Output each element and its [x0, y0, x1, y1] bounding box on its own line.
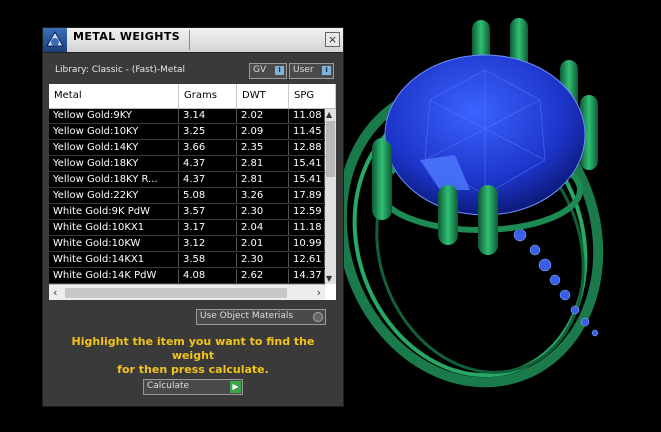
table-cell-spg: 12.61 — [289, 253, 325, 267]
table-cell-metal: White Gold:14K PdW — [49, 269, 179, 283]
table-cell-metal: White Gold:10KW — [49, 237, 179, 251]
scroll-left-icon[interactable]: ‹ — [53, 286, 57, 299]
play-arrow-icon: ▶ — [230, 381, 241, 393]
table-cell-dwt: 2.04 — [237, 221, 289, 235]
table-body: Yellow Gold:9KY 3.14 2.02 11.08 Yellow Gold:… — [49, 109, 325, 284]
table-cell-spg: 11.45 — [289, 125, 325, 139]
table-row[interactable]: White Gold:14K PdW 4.08 2.62 14.37 — [49, 269, 325, 284]
table-cell-grams: 4.37 — [179, 157, 237, 171]
table-cell-spg: 10.99 — [289, 237, 325, 251]
calculate-label: Calculate — [147, 381, 190, 391]
table-cell-spg: 12.59 — [289, 205, 325, 219]
table-cell-grams: 3.17 — [179, 221, 237, 235]
table-cell-metal: White Gold:14KX1 — [49, 253, 179, 267]
library-label: Library: Classic - (Fast)-Metal — [55, 65, 186, 75]
table-cell-spg: 11.08 — [289, 109, 325, 123]
table-row[interactable]: White Gold:9K PdW 3.57 2.30 12.59 — [49, 205, 325, 220]
instruction-line-1: Highlight the item you want to find the … — [71, 335, 315, 362]
table-cell-metal: White Gold:9K PdW — [49, 205, 179, 219]
app-logo-icon — [43, 28, 67, 52]
table-cell-dwt: 2.30 — [237, 253, 289, 267]
table-cell-grams: 4.37 — [179, 173, 237, 187]
gv-toggle-label: GV — [253, 65, 267, 75]
title-bar[interactable]: METAL WEIGHTS × — [43, 28, 343, 53]
scroll-down-icon[interactable]: ▼ — [326, 274, 332, 283]
table-cell-grams: 5.08 — [179, 189, 237, 203]
table-cell-metal: Yellow Gold:14KY — [49, 141, 179, 155]
table-cell-dwt: 2.62 — [237, 269, 289, 283]
close-button[interactable]: × — [325, 32, 340, 47]
title-separator — [189, 30, 190, 50]
table-cell-metal: Yellow Gold:18KY — [49, 157, 179, 171]
scroll-up-icon[interactable]: ▲ — [326, 110, 332, 119]
table-cell-grams: 3.12 — [179, 237, 237, 251]
table-cell-metal: White Gold:10KX1 — [49, 221, 179, 235]
table-cell-dwt: 2.35 — [237, 141, 289, 155]
calculate-button[interactable]: Calculate ▶ — [143, 379, 243, 395]
table-cell-spg: 11.18 — [289, 221, 325, 235]
metal-table: Metal Grams DWT SPG Yellow Gold:9KY 3.14 2… — [49, 84, 336, 300]
table-cell-dwt: 2.01 — [237, 237, 289, 251]
radio-icon — [313, 312, 323, 322]
table-cell-grams: 3.57 — [179, 205, 237, 219]
table-cell-dwt: 2.09 — [237, 125, 289, 139]
table-cell-grams: 3.25 — [179, 125, 237, 139]
table-row[interactable]: Yellow Gold:18KY 4.37 2.81 15.41 — [49, 157, 325, 172]
instruction-text: Highlight the item you want to find the … — [53, 335, 333, 377]
table-cell-spg: 17.89 — [289, 189, 325, 203]
table-cell-dwt: 2.81 — [237, 173, 289, 187]
vertical-scroll-thumb[interactable] — [326, 121, 335, 177]
table-cell-dwt: 2.30 — [237, 205, 289, 219]
column-header-dwt[interactable]: DWT — [237, 84, 289, 108]
table-cell-spg: 14.37 — [289, 269, 325, 283]
table-row[interactable]: Yellow Gold:10KY 3.25 2.09 11.45 — [49, 125, 325, 140]
gv-toggle-indicator-icon: I — [275, 66, 284, 75]
table-cell-dwt: 2.02 — [237, 109, 289, 123]
table-row[interactable]: Yellow Gold:14KY 3.66 2.35 12.88 — [49, 141, 325, 156]
table-row[interactable]: Yellow Gold:9KY 3.14 2.02 11.08 — [49, 109, 325, 124]
table-row[interactable]: Yellow Gold:22KY 5.08 3.26 17.89 — [49, 189, 325, 204]
scroll-right-icon[interactable]: › — [317, 286, 321, 299]
table-row[interactable]: White Gold:14KX1 3.58 2.30 12.61 — [49, 253, 325, 268]
table-cell-spg: 12.88 — [289, 141, 325, 155]
column-header-grams[interactable]: Grams — [179, 84, 237, 108]
table-row[interactable]: White Gold:10KX1 3.17 2.04 11.18 — [49, 221, 325, 236]
table-cell-metal: Yellow Gold:18KY R... — [49, 173, 179, 187]
panel-title: METAL WEIGHTS — [73, 30, 181, 43]
vertical-scrollbar[interactable]: ▲ ▼ — [325, 109, 336, 284]
table-cell-grams: 3.66 — [179, 141, 237, 155]
table-cell-grams: 4.08 — [179, 269, 237, 283]
use-object-materials-toggle[interactable]: Use Object Materials — [196, 309, 326, 325]
table-cell-grams: 3.14 — [179, 109, 237, 123]
column-header-metal[interactable]: Metal — [49, 84, 179, 108]
instruction-line-2: for then press calculate. — [117, 363, 269, 376]
table-row[interactable]: White Gold:10KW 3.12 2.01 10.99 — [49, 237, 325, 252]
horizontal-scrollbar[interactable]: ‹ › — [49, 284, 325, 300]
table-cell-dwt: 3.26 — [237, 189, 289, 203]
table-cell-spg: 15.41 — [289, 157, 325, 171]
table-row[interactable]: Yellow Gold:18KY R... 4.37 2.81 15.41 — [49, 173, 325, 188]
table-cell-dwt: 2.81 — [237, 157, 289, 171]
gv-toggle[interactable]: GV I — [249, 63, 287, 79]
user-toggle-indicator-icon: I — [322, 66, 331, 75]
table-cell-metal: Yellow Gold:22KY — [49, 189, 179, 203]
table-cell-metal: Yellow Gold:9KY — [49, 109, 179, 123]
user-toggle-label: User — [293, 65, 314, 75]
use-object-materials-label: Use Object Materials — [200, 311, 294, 321]
table-cell-grams: 3.58 — [179, 253, 237, 267]
table-cell-metal: Yellow Gold:10KY — [49, 125, 179, 139]
column-header-spg[interactable]: SPG — [289, 84, 336, 108]
table-cell-spg: 15.41 — [289, 173, 325, 187]
horizontal-scroll-thumb[interactable] — [65, 288, 287, 298]
table-header: Metal Grams DWT SPG — [49, 84, 336, 109]
metal-weights-panel: METAL WEIGHTS × Library: Classic - (Fast… — [42, 27, 344, 407]
user-toggle[interactable]: User I — [289, 63, 334, 79]
